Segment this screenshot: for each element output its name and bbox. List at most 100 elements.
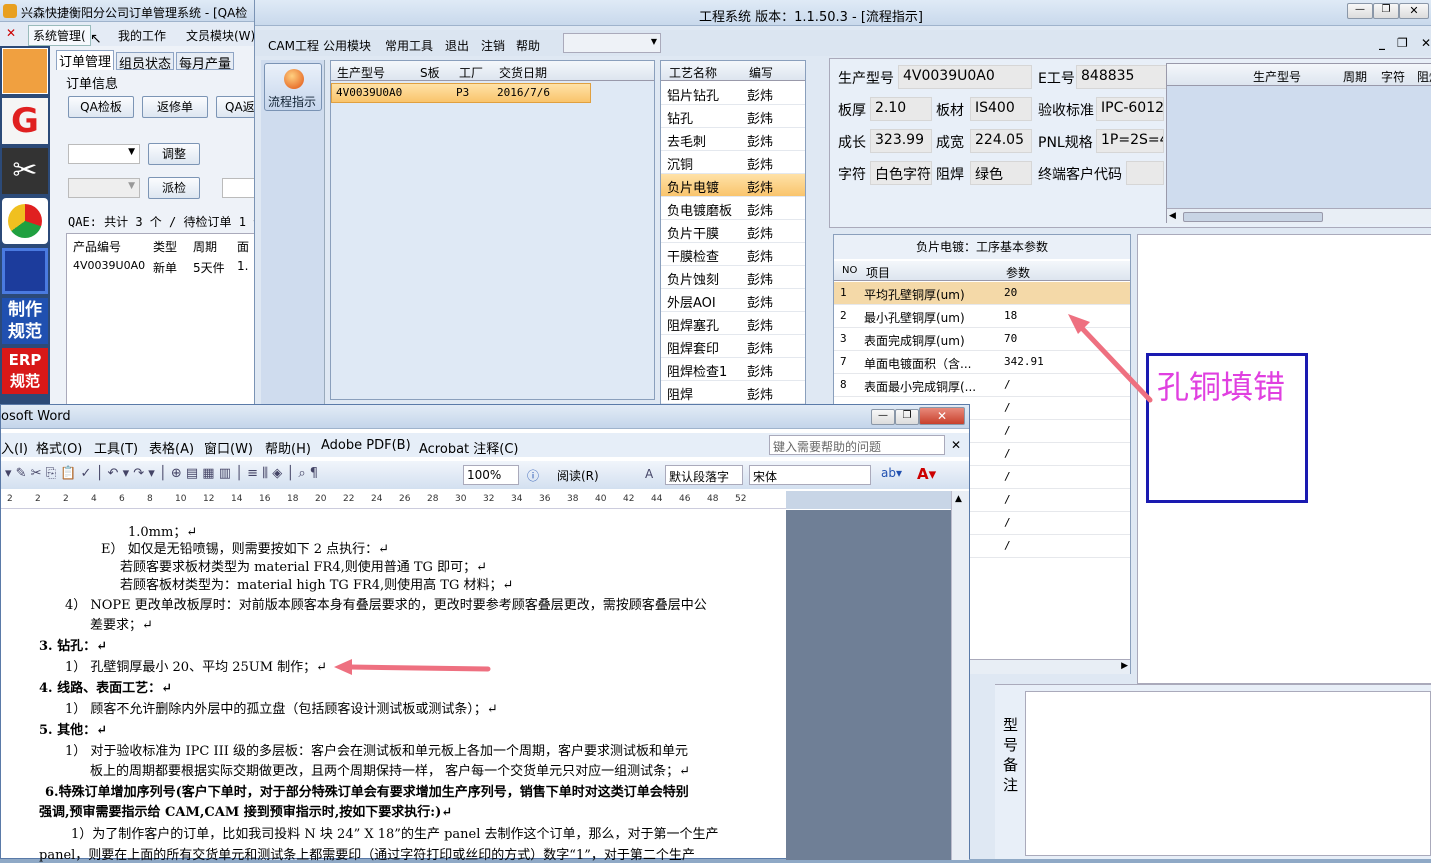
menu-clerk[interactable]: 文员模块(W)	[186, 27, 255, 44]
menu-common[interactable]: 公用模块	[323, 37, 371, 54]
word-close-icon[interactable]: ✕	[919, 407, 965, 425]
menu-window[interactable]: 窗口(W)	[204, 438, 253, 457]
word-page-bg	[786, 510, 951, 860]
help-close-icon[interactable]: ✕	[951, 438, 961, 452]
scroll-thumb[interactable]	[1183, 212, 1323, 222]
erp-spec-button[interactable]: ERP规范	[2, 348, 48, 394]
help-search-input[interactable]: 键入需要帮助的问题	[769, 435, 945, 455]
process-row[interactable]: 阻焊套印 彭炜	[661, 335, 805, 358]
scroll-left-icon[interactable]: ◀	[1169, 211, 1176, 221]
process-row[interactable]: 阻焊塞孔 彭炜	[661, 312, 805, 335]
mdi-restore-icon[interactable]: ❐	[1397, 36, 1408, 50]
menu-table[interactable]: 表格(A)	[149, 438, 194, 457]
len-field[interactable]: 323.99	[870, 129, 932, 153]
tab-order-mgmt[interactable]: 订单管理	[56, 50, 114, 70]
chart-pie-icon[interactable]	[2, 198, 48, 244]
mdi-close-icon[interactable]: ✕	[1421, 36, 1431, 50]
mdi-minimize-icon[interactable]: _	[1379, 36, 1385, 50]
tools-icon[interactable]: ✂	[2, 148, 48, 194]
process-row[interactable]: 去毛刺 彭炜	[661, 128, 805, 151]
help-icon[interactable]: ⓘ	[527, 467, 539, 484]
menu-acrobat[interactable]: Acrobat 注释(C)	[419, 438, 519, 457]
process-row[interactable]: 铝片钻孔 彭炜	[661, 82, 805, 105]
spec-button[interactable]: 制作规范	[2, 298, 48, 344]
row-cell[interactable]: 新单	[153, 259, 177, 276]
cust-field[interactable]	[1126, 161, 1164, 185]
filter-select-2[interactable]: ▼	[68, 178, 140, 198]
std-field[interactable]: IPC-6012	[1096, 97, 1164, 121]
char-field[interactable]: 白色字符	[870, 161, 932, 185]
process-row[interactable]: 负片电镀 彭炜	[661, 174, 805, 197]
process-row[interactable]: 干膜检查 彭炜	[661, 243, 805, 266]
remark-box[interactable]	[1025, 691, 1431, 856]
dispatch-button[interactable]: 派检	[148, 177, 200, 199]
thick-field[interactable]: 2.10	[870, 97, 932, 121]
process-row[interactable]: 钻孔 彭炜	[661, 105, 805, 128]
font-select[interactable]: 宋体	[749, 465, 871, 485]
row-cell[interactable]: 1.	[237, 259, 248, 273]
doc-line: 4. 线路、表面工艺：↵	[39, 681, 172, 696]
process-row[interactable]: 负电镀磨板 彭炜	[661, 197, 805, 220]
orange-tiles-icon[interactable]	[2, 48, 48, 94]
logo-g-icon[interactable]: G	[2, 98, 48, 144]
maximize-icon[interactable]: ❐	[1373, 3, 1399, 19]
ruler-tick: 32	[483, 494, 495, 504]
toolbar-icons[interactable]: ▾ ✎ ✂ ⎘ 📋 ✓ │ ↶ ▾ ↷ ▾ │ ⊕ ▤ ▦ ▥ │ ≡ ⫼ ◈ …	[5, 466, 318, 481]
scroll-right-icon[interactable]: ▶	[1121, 661, 1128, 671]
orders-grid: 生产型号 S板 工厂 交货日期 4V0039U0A0 P3 2016/7/6	[330, 60, 655, 400]
col-header: 编写	[749, 66, 774, 80]
close-icon[interactable]: ✕	[1399, 3, 1429, 19]
menu-dropdown[interactable]: ▼	[563, 33, 661, 53]
tab-monthly-output[interactable]: 每月产量	[176, 52, 234, 72]
read-mode-button[interactable]: 阅读(R)	[557, 467, 599, 484]
process-row[interactable]: 阻焊检查1 彭炜	[661, 358, 805, 381]
row-cell[interactable]: 5天件	[193, 259, 225, 276]
model-field[interactable]: 4V0039U0A0	[898, 65, 1032, 89]
process-row[interactable]: 沉铜 彭炜	[661, 151, 805, 174]
right-grid-scrollbar[interactable]: ◀	[1167, 208, 1431, 224]
param-no: 7	[840, 355, 847, 368]
menu-help[interactable]: 帮助	[516, 37, 540, 54]
doc-line: 4） NOPE 更改单改板厚时：对前版本顾客本身有叠层要求的，更改时要参考顾客叠…	[65, 598, 707, 613]
menu-adobe-pdf[interactable]: Adobe PDF(B)	[321, 438, 411, 453]
adjust-button[interactable]: 调整	[148, 143, 200, 165]
menu-tools[interactable]: 常用工具	[385, 37, 433, 54]
menu-format[interactable]: 格式(O)	[36, 438, 82, 457]
word-scrollbar[interactable]: ▲	[951, 491, 969, 860]
wid-field[interactable]: 224.05	[970, 129, 1032, 153]
menu-exit[interactable]: 退出	[445, 37, 469, 54]
row-cell[interactable]: 4V0039U0A0	[73, 259, 145, 272]
qa-board-button[interactable]: QA检板	[68, 96, 134, 118]
pnl-field[interactable]: 1P=2S=4U	[1096, 129, 1164, 153]
mat-field[interactable]: IS400	[970, 97, 1032, 121]
filter-select-1[interactable]: ▼	[68, 144, 140, 164]
process-row[interactable]: 负片干膜 彭炜	[661, 220, 805, 243]
flow-indicator-button[interactable]: 流程指示	[264, 63, 322, 111]
word-minimize-icon[interactable]: —	[871, 409, 895, 425]
menu-help[interactable]: 帮助(H)	[265, 438, 311, 457]
style-select[interactable]: 默认段落字	[665, 465, 743, 485]
word-maximize-icon[interactable]: ❐	[895, 409, 919, 425]
process-row[interactable]: 负片蚀刻 彭炜	[661, 266, 805, 289]
highlight-icon[interactable]: ab▾	[881, 466, 902, 480]
orders-row-selected[interactable]: 4V0039U0A0 P3 2016/7/6	[331, 83, 591, 103]
menu-insert[interactable]: 入(I)	[1, 438, 28, 457]
process-row[interactable]: 外层AOI 彭炜	[661, 289, 805, 312]
save-disk-icon[interactable]	[2, 248, 48, 294]
zoom-select[interactable]: 100%	[463, 465, 519, 485]
tab-member-status[interactable]: 组员状态	[116, 52, 174, 72]
minimize-icon[interactable]: —	[1347, 3, 1373, 19]
chevron-down-icon: ▼	[650, 37, 657, 46]
menu-system[interactable]: 系统管理(	[28, 25, 91, 46]
process-row[interactable]: 阻焊 彭炜	[661, 381, 805, 404]
scroll-up-icon[interactable]: ▲	[955, 494, 962, 504]
close-menu-icon[interactable]: ✕	[6, 26, 16, 40]
menu-cam[interactable]: CAM工程	[268, 37, 319, 54]
menu-tools[interactable]: 工具(T)	[94, 438, 138, 457]
return-button[interactable]: 返修单	[142, 96, 208, 118]
menu-my-work[interactable]: 我的工作	[118, 27, 166, 44]
font-color-icon[interactable]: A▾	[917, 465, 936, 483]
mask-field[interactable]: 绿色	[970, 161, 1032, 185]
menu-logout[interactable]: 注销	[481, 37, 505, 54]
styles-icon[interactable]: A	[645, 467, 653, 481]
